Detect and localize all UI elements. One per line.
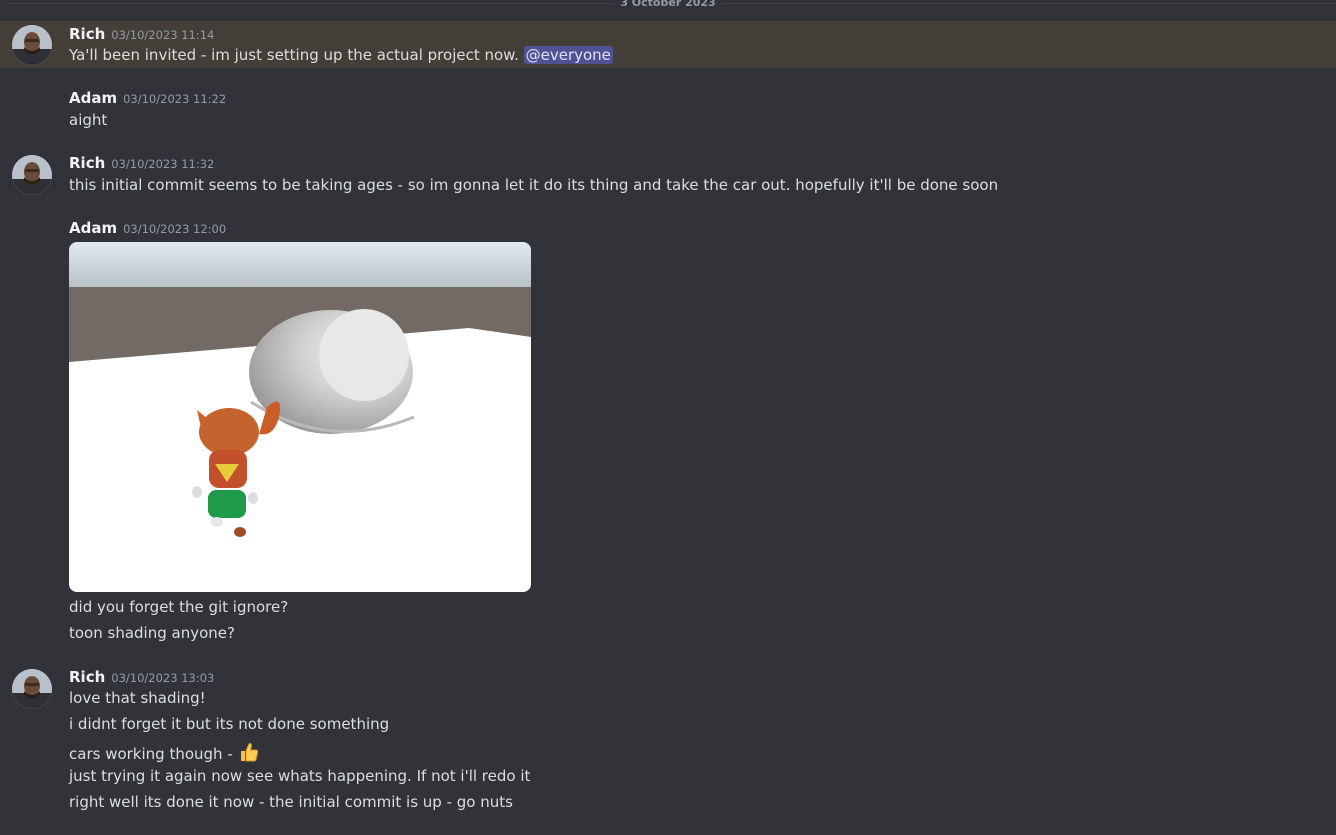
game-screenshot-image <box>69 242 531 592</box>
message-text: love that shading! <box>69 689 206 707</box>
author-name[interactable]: Adam <box>69 219 117 237</box>
message-group[interactable]: Rich 03/10/2023 11:32 this initial commit… <box>0 152 1336 200</box>
message-timestamp: 03/10/2023 11:22 <box>123 92 227 106</box>
message-text: did you forget the git ignore? <box>69 598 289 616</box>
message-text: Ya'll been invited - im just setting up … <box>69 46 519 64</box>
message-text: right well its done it now - the initial… <box>69 793 513 811</box>
thumbs-up-icon <box>238 741 260 767</box>
author-name[interactable]: Adam <box>69 89 117 107</box>
avatar[interactable] <box>12 155 52 195</box>
date-divider-label: 3 October 2023 <box>614 0 722 9</box>
date-divider: 3 October 2023 <box>0 0 1336 10</box>
message-group[interactable]: Rich 03/10/2023 11:14 Ya'll been invited … <box>0 21 1336 68</box>
image-attachment[interactable] <box>69 242 531 592</box>
message-text: this initial commit seems to be taking a… <box>69 176 999 194</box>
message-timestamp: 03/10/2023 13:03 <box>111 671 215 685</box>
message-text: just trying it again now see whats happe… <box>69 767 531 785</box>
author-name[interactable]: Rich <box>69 154 105 172</box>
message-text: i didnt forget it but its not done somet… <box>69 715 390 733</box>
message-timestamp: 03/10/2023 12:00 <box>123 222 227 236</box>
message-group[interactable]: Rich 03/10/2023 13:03 love that shading! … <box>0 666 1336 826</box>
author-name[interactable]: Rich <box>69 668 105 686</box>
message-text: toon shading anyone? <box>69 624 235 642</box>
message-text: cars working though - <box>69 745 238 763</box>
message-timestamp: 03/10/2023 11:32 <box>111 157 215 171</box>
author-name[interactable]: Rich <box>69 25 105 43</box>
avatar[interactable] <box>12 25 52 65</box>
avatar[interactable] <box>12 669 52 709</box>
everyone-mention[interactable]: @everyone <box>523 46 613 64</box>
message-text: aight <box>69 111 108 129</box>
message-group[interactable]: Adam 03/10/2023 11:22 aight <box>0 88 1336 134</box>
message-timestamp: 03/10/2023 11:14 <box>111 28 215 42</box>
